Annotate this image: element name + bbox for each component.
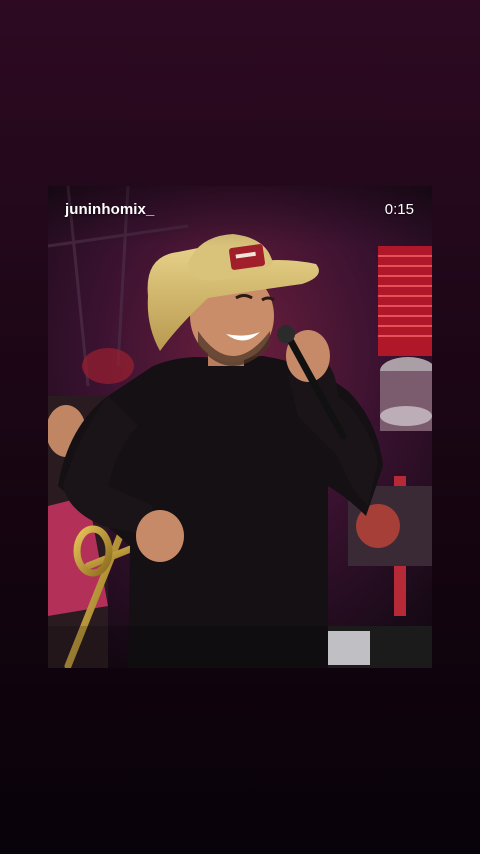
username-label[interactable]: juninhomix_ (65, 201, 154, 218)
elapsed-time-label: 0:15 (384, 201, 414, 218)
shared-post-card[interactable]: juninhomix_ 0:15 (48, 186, 432, 668)
post-photo (48, 186, 432, 668)
story-screen[interactable]: juninhomix_ 0:15 (0, 0, 480, 854)
